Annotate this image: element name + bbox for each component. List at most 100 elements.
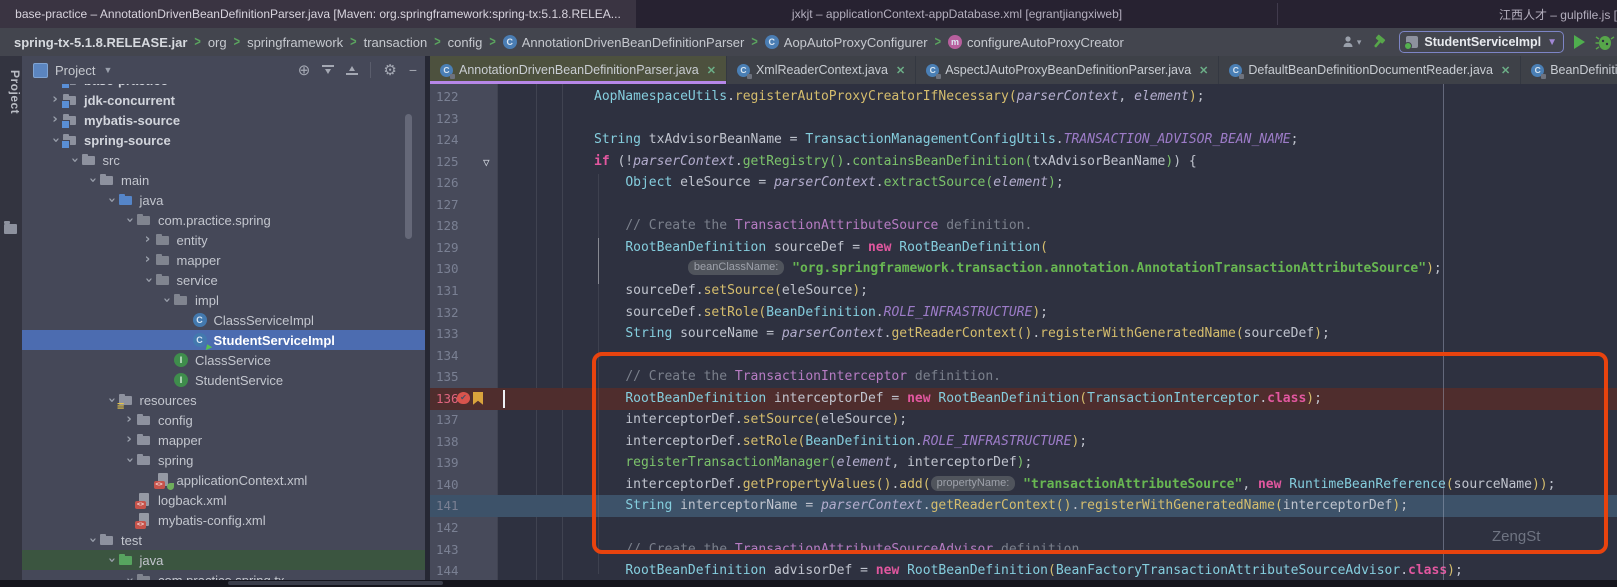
breakpoint-icon[interactable]: ✔ — [457, 392, 470, 404]
code-line-128[interactable]: 128 // Create the TransactionAttributeSo… — [430, 215, 1617, 237]
tree-scrollbar[interactable] — [405, 114, 412, 239]
line-number[interactable]: 142 — [430, 517, 480, 539]
chevron-right-icon[interactable]: › — [122, 410, 136, 430]
breadcrumb-item-spring-tx-5.1.8.RELEASE.jar[interactable]: spring-tx-5.1.8.RELEASE.jar — [14, 35, 187, 50]
code-line-124[interactable]: 124String txAdvisorBeanName = Transactio… — [430, 129, 1617, 151]
project-tree-item-ClassServiceImpl[interactable]: ClassServiceImpl — [22, 310, 425, 330]
project-tree-item-spring[interactable]: ›spring — [22, 450, 425, 470]
code-line-132[interactable]: 132 sourceDef.setRole(BeanDefinition.ROL… — [430, 302, 1617, 324]
project-tree-item-impl[interactable]: ›impl — [22, 290, 425, 310]
line-number[interactable]: 144 — [430, 560, 480, 580]
project-tree-item-mybatis-source[interactable]: ›mybatis-source — [22, 110, 425, 130]
close-icon[interactable]: ✕ — [707, 64, 716, 77]
chevron-right-icon[interactable]: › — [122, 430, 136, 450]
line-number[interactable]: 130 — [430, 258, 480, 280]
line-number[interactable]: 125 — [430, 151, 480, 173]
line-number[interactable]: 127 — [430, 194, 480, 216]
code-line-123[interactable]: 123 — [430, 108, 1617, 130]
code-line-144[interactable]: 144 RootBeanDefinition advisorDef = new … — [430, 560, 1617, 580]
chevron-right-icon[interactable]: › — [141, 230, 155, 250]
tree-horizontal-scrollbar[interactable] — [228, 581, 443, 585]
run-config-select[interactable]: StudentServiceImpl ▼ — [1399, 31, 1564, 53]
code-line-122[interactable]: 122AopNamespaceUtils.registerAutoProxyCr… — [430, 86, 1617, 108]
line-number[interactable]: 141 — [430, 495, 480, 517]
project-tree-item-applicationContext.xml[interactable]: applicationContext.xml — [22, 470, 425, 490]
breadcrumb-item-org[interactable]: org — [208, 35, 227, 50]
breadcrumb-item-config[interactable]: config — [448, 35, 483, 50]
gear-icon[interactable]: ⚙ — [383, 61, 396, 79]
line-number[interactable]: 138 — [430, 431, 480, 453]
hide-panel-icon[interactable]: − — [409, 62, 417, 78]
project-tree-item-mybatis-config.xml[interactable]: mybatis-config.xml — [22, 510, 425, 530]
project-tree-item-entity[interactable]: ›entity — [22, 230, 425, 250]
project-panel-title[interactable]: Project — [55, 63, 95, 78]
line-number[interactable]: 123 — [430, 108, 480, 130]
chevron-right-icon[interactable]: › — [141, 250, 155, 270]
project-tree-item-service[interactable]: ›service — [22, 270, 425, 290]
code-editor[interactable]: 122AopNamespaceUtils.registerAutoProxyCr… — [430, 84, 1617, 580]
user-profile-button[interactable]: ▾ — [1341, 34, 1362, 50]
breadcrumb-item-AopAutoProxyConfigurer[interactable]: CAopAutoProxyConfigurer — [765, 35, 928, 50]
code-line-125[interactable]: 125▽if (!parserContext.getRegistry().con… — [430, 151, 1617, 173]
line-number[interactable]: 126 — [430, 172, 480, 194]
code-line-130[interactable]: 130 beanClassName: "org.springframework.… — [430, 258, 1617, 280]
project-tree-item-test[interactable]: ›test — [22, 530, 425, 550]
project-tree-item-config[interactable]: ›config — [22, 410, 425, 430]
window-title-segment[interactable]: 江西人才 – gulpfile.js [ — [1278, 0, 1617, 28]
project-tree-item-src[interactable]: ›src — [22, 150, 425, 170]
line-number[interactable]: 143 — [430, 539, 480, 561]
breadcrumb-item-configureAutoProxyCreator[interactable]: mconfigureAutoProxyCreator — [948, 35, 1124, 50]
line-number[interactable]: 134 — [430, 345, 480, 367]
run-button[interactable] — [1574, 35, 1585, 49]
locate-file-icon[interactable]: ⊕ — [298, 61, 311, 79]
project-tree-item-StudentService[interactable]: StudentService — [22, 370, 425, 390]
editor-tab-AspectJAutoProxyBeanDefinitionParser.java[interactable]: CAspectJAutoProxyBeanDefinitionParser.ja… — [916, 56, 1219, 84]
line-number[interactable]: 139 — [430, 452, 480, 474]
line-number[interactable]: 128 — [430, 215, 480, 237]
line-number[interactable]: 132 — [430, 302, 480, 324]
editor-tab-DefaultBeanDefinitionDocumentReader.java[interactable]: CDefaultBeanDefinitionDocumentReader.jav… — [1219, 56, 1521, 84]
editor-tab-AnnotationDrivenBeanDefinitionParser.java[interactable]: CAnnotationDrivenBeanDefinitionParser.ja… — [430, 56, 727, 84]
close-icon[interactable]: ✕ — [1501, 64, 1510, 77]
project-tree-item-resources[interactable]: ›resources — [22, 390, 425, 410]
project-tree-item-spring-source[interactable]: ›spring-source — [22, 130, 425, 150]
fold-arrow-icon[interactable]: ▽ — [483, 152, 490, 174]
project-tree-item-com.practice.spring[interactable]: ›com.practice.spring — [22, 210, 425, 230]
line-number[interactable]: 137 — [430, 409, 480, 431]
project-tree-item-ClassService[interactable]: ClassService — [22, 350, 425, 370]
chevron-right-icon[interactable]: › — [48, 110, 62, 130]
window-title-segment[interactable]: base-practice – AnnotationDrivenBeanDefi… — [0, 0, 636, 28]
breadcrumb-item-transaction[interactable]: transaction — [364, 35, 428, 50]
line-number[interactable]: 136 — [430, 388, 480, 410]
chevron-down-icon[interactable]: ▼ — [103, 65, 112, 75]
chevron-right-icon[interactable]: › — [48, 90, 62, 110]
code-line-133[interactable]: 133 String sourceName = parserContext.ge… — [430, 323, 1617, 345]
close-icon[interactable]: ✕ — [1199, 64, 1208, 77]
project-tree-item-logback.xml[interactable]: logback.xml — [22, 490, 425, 510]
project-tree-item-StudentServiceImpl[interactable]: StudentServiceImpl — [22, 330, 425, 350]
line-number[interactable]: 133 — [430, 323, 480, 345]
expand-all-icon[interactable] — [322, 64, 334, 76]
collapse-all-icon[interactable] — [346, 64, 358, 76]
line-number[interactable]: 129 — [430, 237, 480, 259]
project-tool-window-tab[interactable]: Project — [0, 70, 22, 114]
project-tree-item-mapper[interactable]: ›mapper — [22, 250, 425, 270]
project-tree-item-mapper[interactable]: ›mapper — [22, 430, 425, 450]
line-number[interactable]: 135 — [430, 366, 480, 388]
window-title-segment[interactable]: jxkjt – applicationContext-appDatabase.x… — [636, 0, 1278, 28]
project-tree-item-jdk-concurrent[interactable]: ›jdk-concurrent — [22, 90, 425, 110]
project-tree-item-main[interactable]: ›main — [22, 170, 425, 190]
line-number[interactable]: 124 — [430, 129, 480, 151]
line-number[interactable]: 131 — [430, 280, 480, 302]
line-number[interactable]: 140 — [430, 474, 480, 496]
editor-tab-XmlReaderContext.java[interactable]: CXmlReaderContext.java✕ — [727, 56, 916, 84]
code-line-129[interactable]: 129 RootBeanDefinition sourceDef = new R… — [430, 237, 1617, 259]
code-line-127[interactable]: 127 — [430, 194, 1617, 216]
line-number[interactable]: 122 — [430, 86, 480, 108]
build-hammer-button[interactable] — [1371, 33, 1389, 51]
project-tree-item-java[interactable]: ›java — [22, 550, 425, 570]
project-tree-item-com.practice.spring.tx[interactable]: ›com.practice.spring.tx — [22, 570, 425, 580]
code-line-126[interactable]: 126 Object eleSource = parserContext.ext… — [430, 172, 1617, 194]
code-line-131[interactable]: 131 sourceDef.setSource(eleSource); — [430, 280, 1617, 302]
close-icon[interactable]: ✕ — [896, 64, 905, 77]
